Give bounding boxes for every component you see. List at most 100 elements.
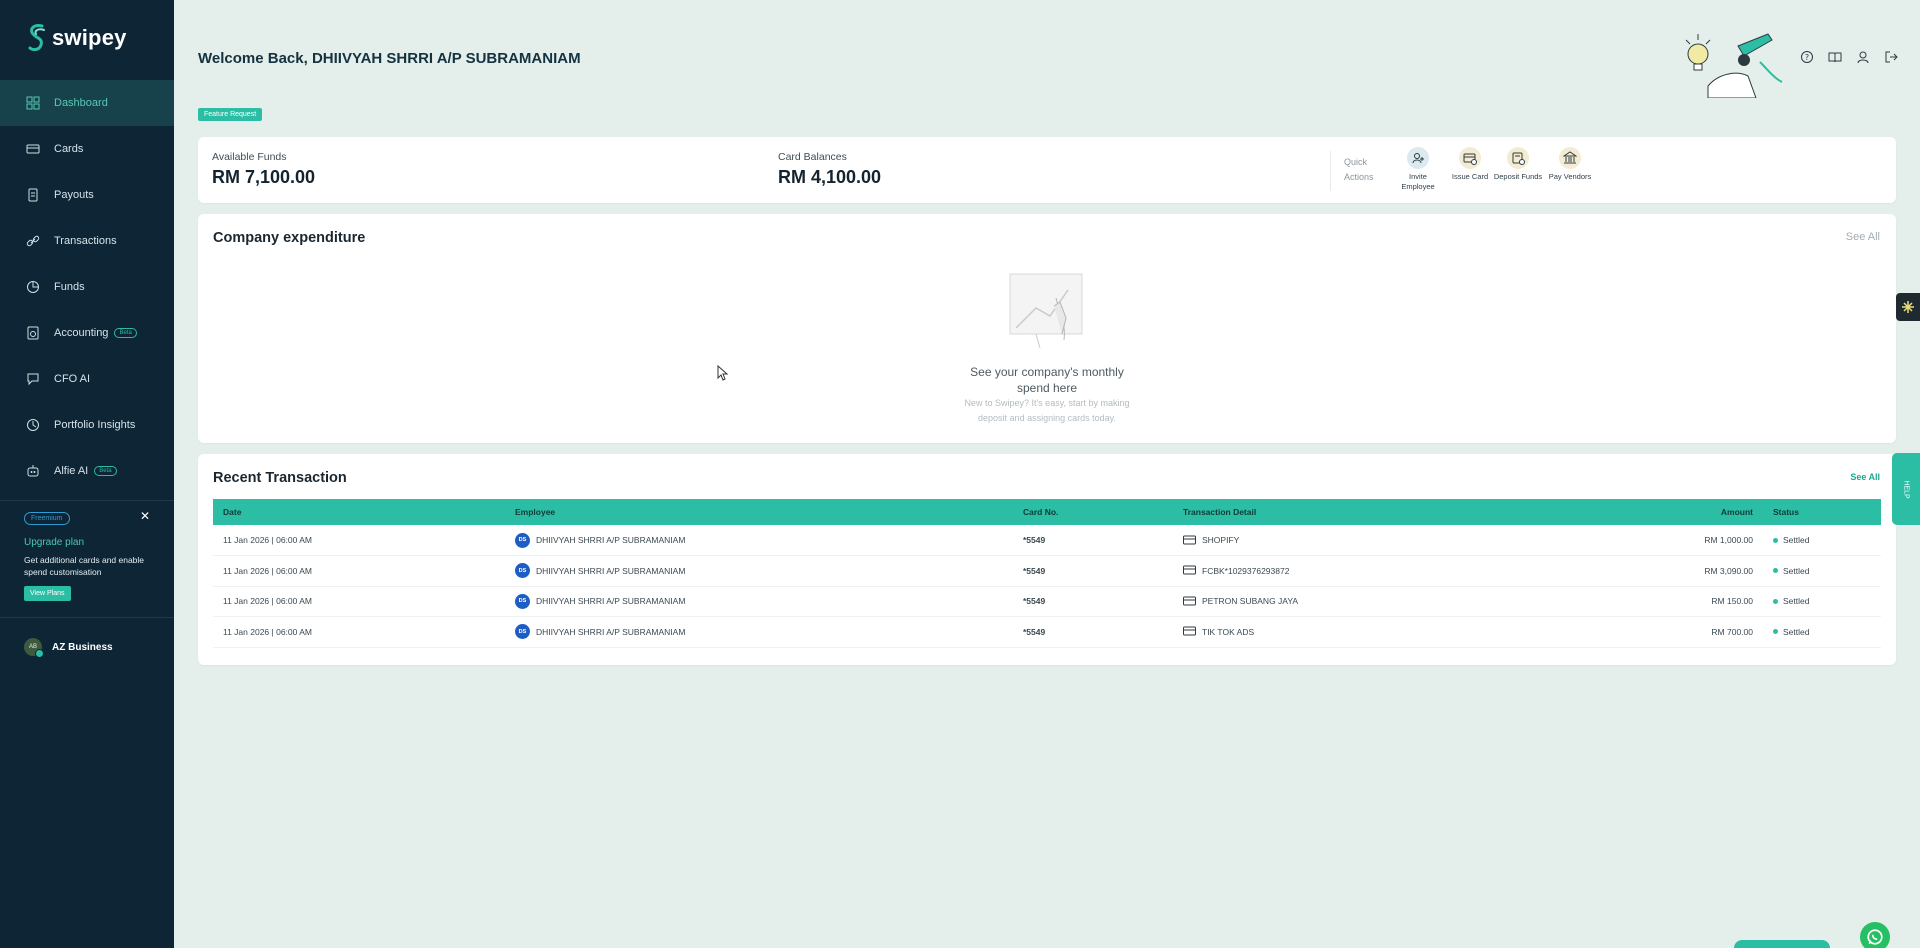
card-balances-value: RM 4,100.00 xyxy=(778,167,882,187)
employee-name: DHIIVYAH SHRRI A/P SUBRAMANIAM xyxy=(536,535,686,545)
sidebar-item-funds[interactable]: Funds xyxy=(0,264,174,310)
see-all-link[interactable]: See All xyxy=(1850,472,1880,482)
status-badge: Settled xyxy=(1783,565,1810,576)
quick-action-label: Invite Employee xyxy=(1401,172,1435,191)
transaction-detail: PETRON SUBANG JAYA xyxy=(1202,596,1299,607)
mouse-cursor-icon xyxy=(717,365,729,381)
swipey-logo-icon xyxy=(28,24,45,52)
widget-tab[interactable] xyxy=(1896,293,1920,321)
section-title: Recent Transaction xyxy=(213,470,347,486)
status-badge: Settled xyxy=(1783,596,1810,607)
deposit-funds-button[interactable]: Deposit Funds xyxy=(1493,147,1543,182)
avatar: DS xyxy=(515,563,530,579)
avatar: DS xyxy=(515,624,530,640)
transaction-detail: TIK TOK ADS xyxy=(1202,626,1255,637)
column-header[interactable]: Status xyxy=(1763,499,1881,525)
status-dot xyxy=(1773,568,1778,574)
beta-badge: Beta xyxy=(94,466,117,476)
card-number: *5549 xyxy=(1013,586,1173,617)
pay-vendors-button[interactable]: Pay Vendors xyxy=(1545,147,1595,182)
amount-cell: RM 1,000.00 xyxy=(1613,525,1763,556)
column-header[interactable]: Card No. xyxy=(1013,499,1173,525)
sparkle-icon xyxy=(1902,301,1914,313)
company-expenditure-card: Company expenditure See All See your com… xyxy=(198,214,1896,443)
issue-card-button[interactable]: Issue Card xyxy=(1445,147,1495,182)
svg-text:?: ? xyxy=(1805,53,1809,62)
quick-actions-label: Quick Actions xyxy=(1344,157,1374,182)
brand-name: swipey xyxy=(52,25,127,50)
pie-icon xyxy=(26,280,40,294)
table-row[interactable]: 11 Jan 2026 | 06:00 AM DS DHIIVYAH SHRRI … xyxy=(213,525,1881,556)
help-tab-label: HELP xyxy=(1902,479,1910,499)
dashboard-icon xyxy=(26,96,40,110)
column-header[interactable]: Date xyxy=(213,499,505,525)
brand-logo[interactable]: swipey xyxy=(26,22,127,54)
sidebar-item-label: Cards xyxy=(54,143,84,155)
employee-name: DHIIVYAH SHRRI A/P SUBRAMANIAM xyxy=(536,596,686,607)
sidebar-item-payouts[interactable]: Payouts xyxy=(0,172,174,218)
date-cell: 11 Jan 2026 | 06:00 AM xyxy=(213,555,505,587)
sidebar-item-label: Portfolio Insights xyxy=(54,419,136,431)
sidebar-item-label: Accounting xyxy=(54,327,109,339)
sidebar-item-cards[interactable]: Cards xyxy=(0,126,174,172)
robot-icon xyxy=(26,464,40,478)
plan-badge: Freemium xyxy=(24,512,70,525)
column-header[interactable]: Employee xyxy=(505,499,1013,525)
header-toolbar: ? xyxy=(1800,50,1898,64)
invite-employee-icon xyxy=(1407,147,1429,169)
help-icon[interactable]: ? xyxy=(1800,50,1814,64)
card-icon xyxy=(1183,626,1196,636)
table-row[interactable]: 11 Jan 2026 | 06:00 AM DS DHIIVYAH SHRRI … xyxy=(213,586,1881,617)
chat-icon xyxy=(26,372,40,386)
sidebar-item-alfie-ai[interactable]: Alfie AI Beta xyxy=(0,448,174,494)
sidebar-item-cfo-ai[interactable]: CFO AI xyxy=(0,356,174,402)
header-illustration xyxy=(1685,33,1783,98)
sidebar-item-transactions[interactable]: Transactions xyxy=(0,218,174,264)
user-icon[interactable] xyxy=(1856,50,1870,64)
status-dot xyxy=(1773,598,1778,604)
issue-card-icon xyxy=(1459,147,1481,169)
table-row[interactable]: 11 Jan 2026 | 06:00 AM DS DHIIVYAH SHRRI … xyxy=(213,616,1881,648)
invite-employee-button[interactable]: Invite Employee xyxy=(1393,147,1443,192)
transaction-detail: SHOPIFY xyxy=(1202,535,1240,545)
logout-icon[interactable] xyxy=(1884,50,1898,64)
upgrade-title[interactable]: Upgrade plan xyxy=(24,537,150,548)
page-title: Welcome Back, DHIIVYAH SHRRI A/P SUBRAMA… xyxy=(198,50,581,67)
view-plans-button[interactable]: View Plans xyxy=(24,586,71,601)
date-cell: 11 Jan 2026 | 06:00 AM xyxy=(213,525,505,556)
transactions-table: Date Employee Card No. Transaction Detai… xyxy=(213,499,1881,648)
quick-action-label: Pay Vendors xyxy=(1548,172,1592,181)
beta-badge: Beta xyxy=(114,328,137,338)
employee-name: DHIIVYAH SHRRI A/P SUBRAMANIAM xyxy=(536,565,686,576)
business-name: AZ Business xyxy=(52,641,113,653)
table-header-row: Date Employee Card No. Transaction Detai… xyxy=(213,499,1881,525)
sidebar-item-label: CFO AI xyxy=(54,373,91,385)
see-all-link[interactable]: See All xyxy=(1846,231,1880,243)
help-tab[interactable]: HELP xyxy=(1892,453,1920,525)
available-funds-value: RM 7,100.00 xyxy=(212,167,316,187)
avatar: AB xyxy=(24,638,44,658)
book-icon[interactable] xyxy=(1828,50,1842,64)
column-header[interactable]: Transaction Detail xyxy=(1173,499,1613,525)
business-switcher[interactable]: AB AZ Business xyxy=(24,638,113,658)
date-cell: 11 Jan 2026 | 06:00 AM xyxy=(213,616,505,648)
document-icon xyxy=(26,326,40,340)
close-icon[interactable]: ✕ xyxy=(140,509,150,523)
sidebar-nav: Dashboard Cards Payouts Transactions Fun… xyxy=(0,80,174,494)
card-balances-label: Card Balances xyxy=(778,151,847,163)
card-number: *5549 xyxy=(1013,525,1173,556)
date-cell: 11 Jan 2026 | 06:00 AM xyxy=(213,586,505,617)
available-funds-label: Available Funds xyxy=(212,151,287,163)
sidebar-item-portfolio-insights[interactable]: Portfolio Insights xyxy=(0,402,174,448)
sidebar-item-label: Dashboard xyxy=(54,97,108,109)
employee-name: DHIIVYAH SHRRI A/P SUBRAMANIAM xyxy=(536,626,686,637)
table-row[interactable]: 11 Jan 2026 | 06:00 AM DS DHIIVYAH SHRRI … xyxy=(213,555,1881,587)
whatsapp-button[interactable] xyxy=(1860,922,1890,948)
feature-request-button[interactable]: Feature Request xyxy=(198,108,263,121)
upgrade-description: Get additional cards and enable spend cu… xyxy=(24,555,145,577)
card-icon xyxy=(1183,535,1196,544)
chat-launcher-tab[interactable] xyxy=(1734,940,1830,948)
sidebar-item-dashboard[interactable]: Dashboard xyxy=(0,80,174,126)
sidebar-item-accounting[interactable]: Accounting Beta xyxy=(0,310,174,356)
column-header[interactable]: Amount xyxy=(1613,499,1763,525)
